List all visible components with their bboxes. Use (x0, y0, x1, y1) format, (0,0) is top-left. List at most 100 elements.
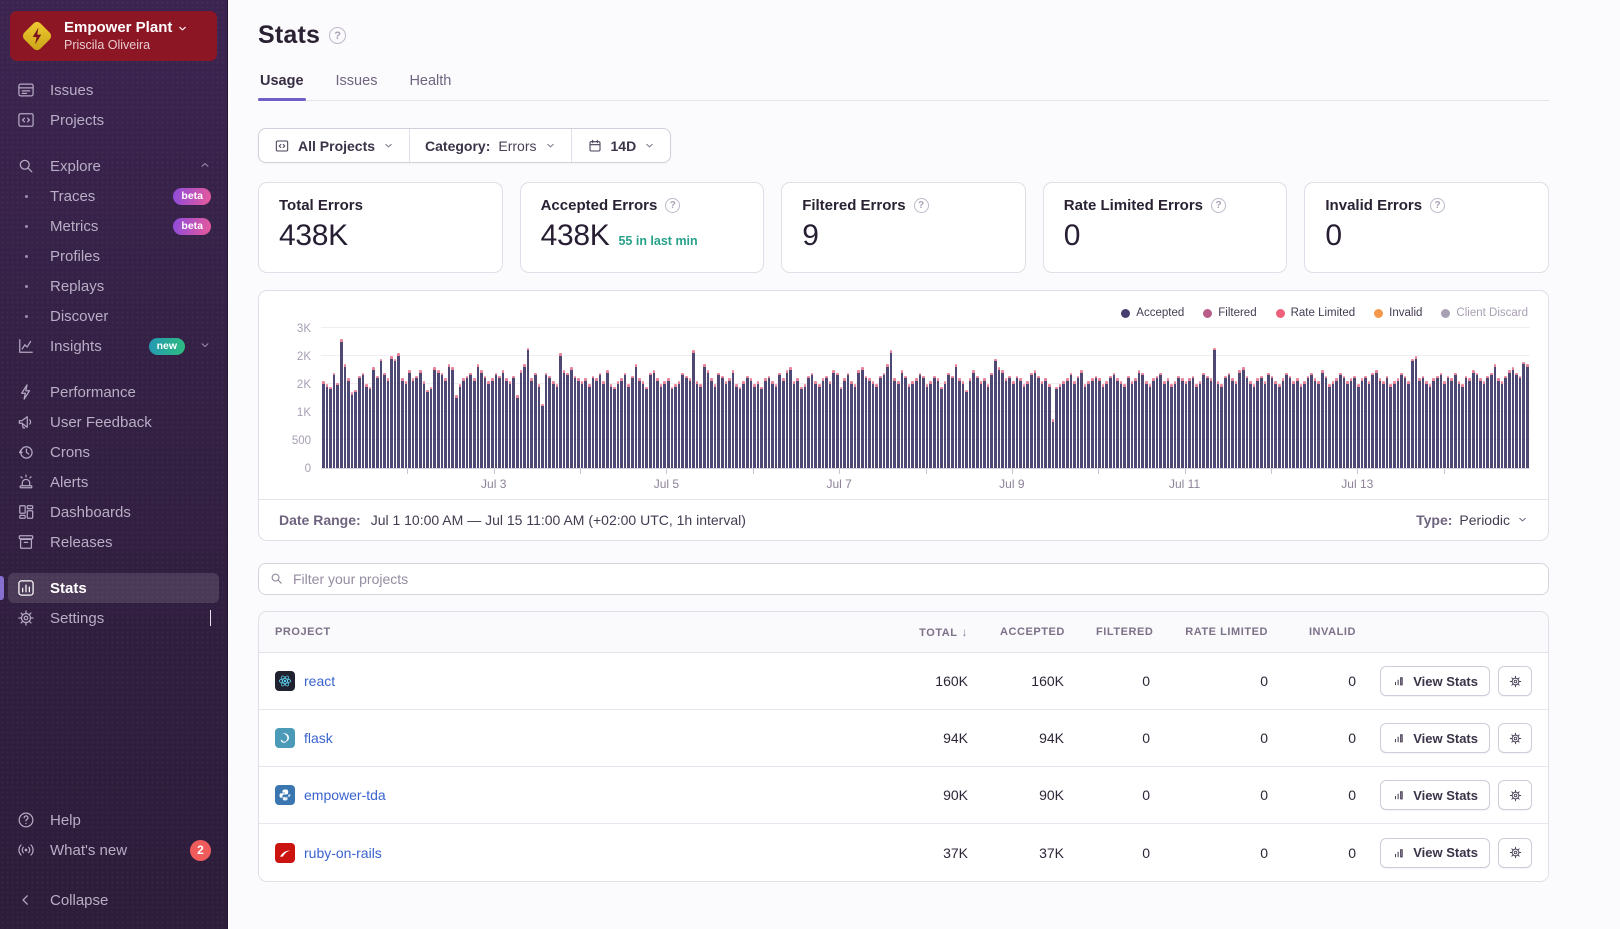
bar[interactable] (365, 384, 368, 468)
bar[interactable] (1307, 376, 1310, 468)
bar[interactable] (1483, 381, 1486, 468)
bar[interactable] (1335, 378, 1338, 468)
bar[interactable] (397, 353, 400, 468)
bar[interactable] (685, 376, 688, 468)
org-switcher[interactable]: Empower Plant Priscila Oliveira (10, 11, 217, 61)
bar[interactable] (710, 378, 713, 468)
bar[interactable] (405, 381, 408, 468)
bar[interactable] (829, 381, 832, 468)
bar[interactable] (703, 364, 706, 468)
bar[interactable] (1152, 378, 1155, 468)
bar[interactable] (1400, 373, 1403, 468)
bar[interactable] (879, 376, 882, 468)
legend-item-client-discard[interactable]: Client Discard (1441, 307, 1528, 319)
bar[interactable] (455, 395, 458, 468)
bar[interactable] (1170, 384, 1173, 468)
bar[interactable] (660, 384, 663, 468)
bar[interactable] (1314, 378, 1317, 468)
bar[interactable] (818, 384, 821, 468)
bar[interactable] (847, 373, 850, 468)
bar[interactable] (732, 370, 735, 468)
bar[interactable] (901, 370, 904, 468)
bar[interactable] (1382, 381, 1385, 468)
category-selector[interactable]: Category: Errors (409, 129, 570, 162)
bar[interactable] (782, 378, 785, 468)
bar[interactable] (883, 373, 886, 468)
bar[interactable] (333, 373, 336, 468)
bar[interactable] (566, 373, 569, 468)
bar[interactable] (667, 378, 670, 468)
bar[interactable] (717, 373, 720, 468)
bar[interactable] (1091, 378, 1094, 468)
bar[interactable] (1149, 384, 1152, 468)
bar[interactable] (466, 376, 469, 468)
bar[interactable] (1066, 378, 1069, 468)
bar[interactable] (804, 384, 807, 468)
bar[interactable] (764, 378, 767, 468)
bar[interactable] (696, 381, 699, 468)
tab-issues[interactable]: Issues (334, 73, 380, 100)
bar[interactable] (1432, 378, 1435, 468)
bar[interactable] (714, 384, 717, 468)
bar[interactable] (1026, 381, 1029, 468)
bar[interactable] (1202, 373, 1205, 468)
bar[interactable] (922, 376, 925, 468)
sidebar-item-collapse[interactable]: Collapse (8, 885, 219, 915)
bar[interactable] (487, 381, 490, 468)
bar[interactable] (1450, 378, 1453, 468)
project-link[interactable]: flask (304, 730, 333, 746)
bar[interactable] (1447, 376, 1450, 468)
bar[interactable] (645, 387, 648, 468)
help-icon[interactable]: ? (665, 198, 680, 213)
bar[interactable] (1519, 376, 1522, 468)
legend-item-accepted[interactable]: Accepted (1121, 307, 1184, 319)
help-icon[interactable]: ? (1430, 198, 1445, 213)
bar[interactable] (469, 373, 472, 468)
bar[interactable] (649, 373, 652, 468)
bar[interactable] (1436, 376, 1439, 468)
bar[interactable] (872, 381, 875, 468)
bar[interactable] (800, 387, 803, 468)
bar[interactable] (742, 381, 745, 468)
sidebar-item-performance[interactable]: Performance (8, 377, 219, 407)
sidebar-item-releases[interactable]: Releases (8, 527, 219, 557)
project-settings-button[interactable] (1498, 666, 1532, 696)
project-link[interactable]: react (304, 673, 335, 689)
view-stats-button[interactable]: View Stats (1380, 780, 1490, 810)
bar[interactable] (857, 370, 860, 468)
bar[interactable] (1185, 381, 1188, 468)
bar[interactable] (692, 350, 695, 468)
bar[interactable] (631, 376, 634, 468)
bar[interactable] (1019, 378, 1022, 468)
bar[interactable] (1253, 384, 1256, 468)
bar[interactable] (958, 378, 961, 468)
bar[interactable] (807, 376, 810, 468)
bar[interactable] (1364, 376, 1367, 468)
tab-usage[interactable]: Usage (258, 73, 306, 100)
bar[interactable] (581, 381, 584, 468)
bar[interactable] (926, 384, 929, 468)
bar[interactable] (1407, 381, 1410, 468)
bar[interactable] (1415, 356, 1418, 468)
bar[interactable] (617, 381, 620, 468)
bar[interactable] (430, 387, 433, 468)
date-range-selector[interactable]: 14D (571, 129, 671, 162)
bar[interactable] (383, 373, 386, 468)
view-stats-button[interactable]: View Stats (1380, 838, 1490, 868)
bar[interactable] (1443, 381, 1446, 468)
bar[interactable] (1332, 381, 1335, 468)
bar[interactable] (843, 378, 846, 468)
bar[interactable] (419, 370, 422, 468)
bar[interactable] (1048, 384, 1051, 468)
sidebar-item-settings[interactable]: Settings (8, 603, 219, 633)
bar[interactable] (423, 381, 426, 468)
bar[interactable] (699, 384, 702, 468)
bar[interactable] (1522, 362, 1525, 468)
bar[interactable] (757, 381, 760, 468)
bar[interactable] (1084, 384, 1087, 468)
bar[interactable] (1353, 376, 1356, 468)
bar[interactable] (786, 370, 789, 468)
bar[interactable] (1145, 381, 1148, 468)
bar[interactable] (412, 378, 415, 468)
bar[interactable] (1386, 376, 1389, 468)
